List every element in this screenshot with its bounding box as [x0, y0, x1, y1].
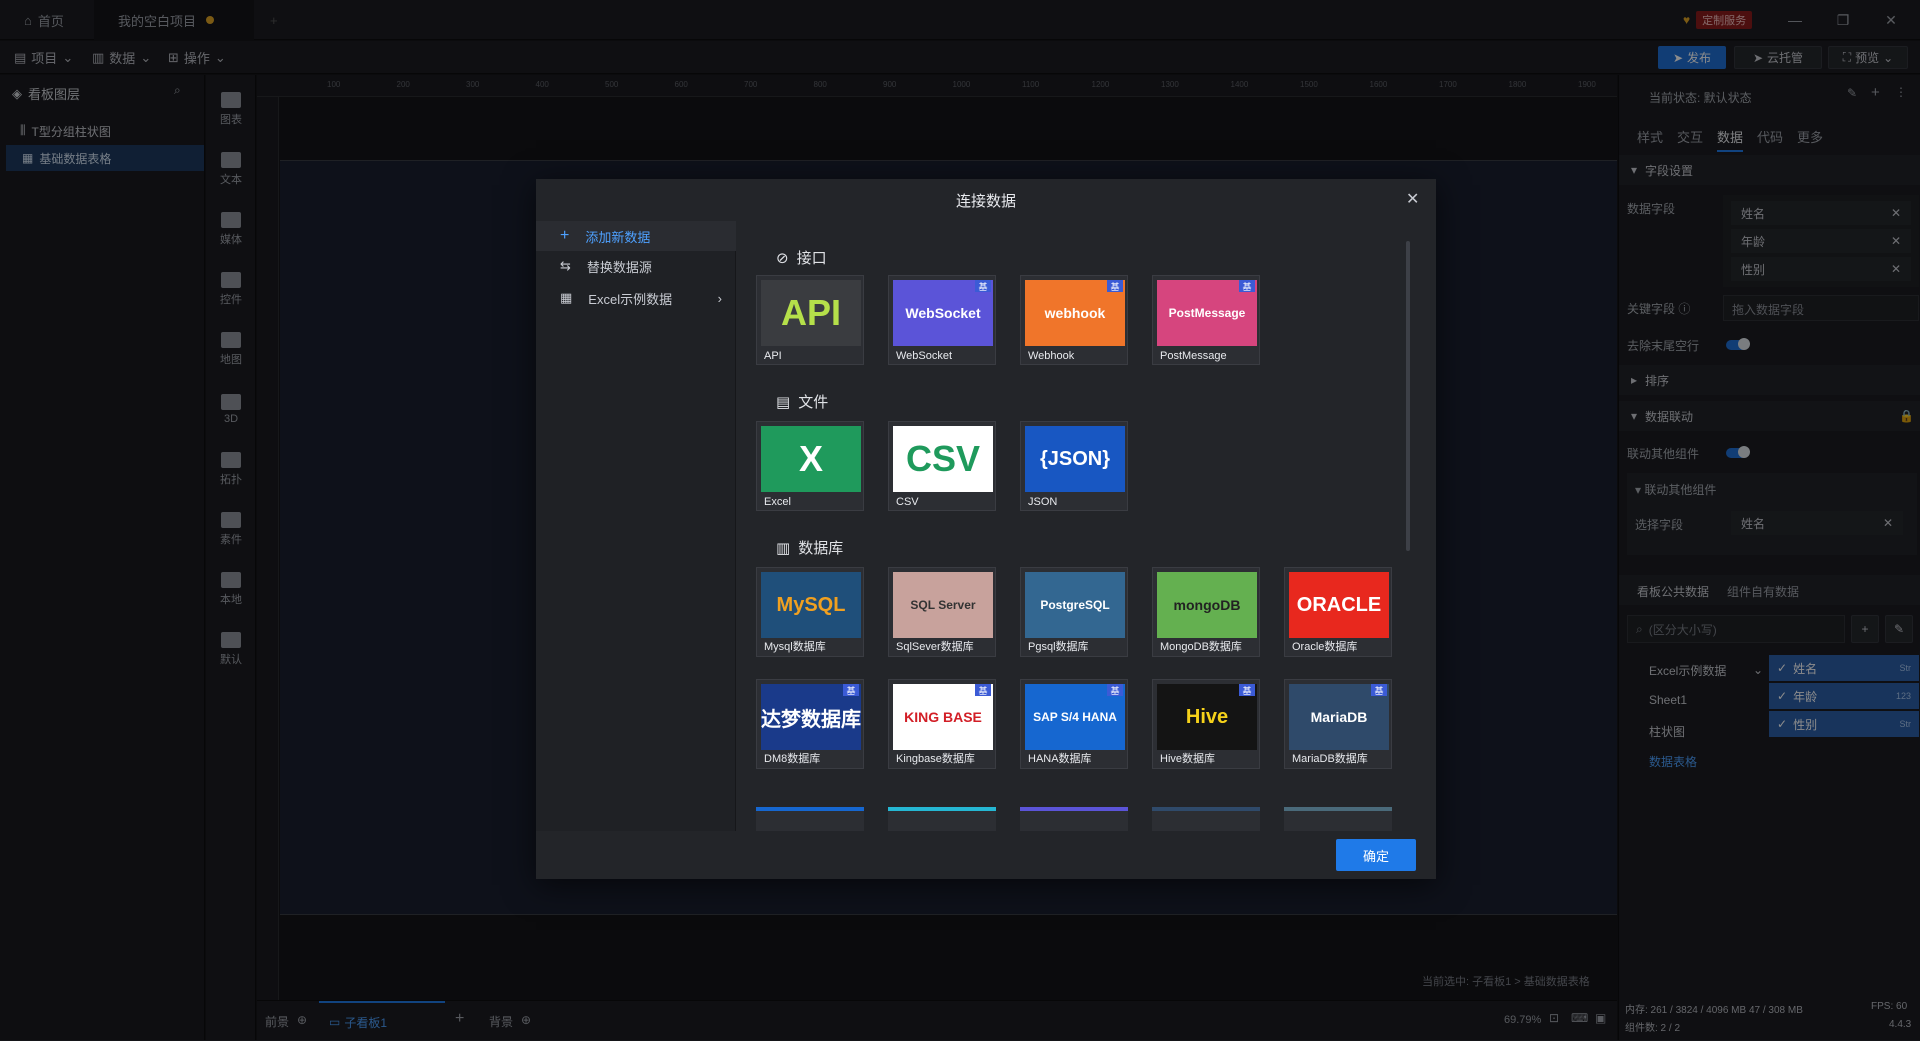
source-card[interactable]: PostgreSQL Pgsql数据库 — [1020, 567, 1128, 657]
db-card[interactable] — [888, 807, 996, 831]
database-icon: ▥ — [776, 539, 791, 557]
source-card[interactable]: ORACLE Oracle数据库 — [1284, 567, 1392, 657]
source-logo-icon: X — [761, 426, 861, 492]
db-card[interactable] — [1284, 807, 1392, 831]
source-logo-icon: SQL Server — [893, 572, 993, 638]
side-label: 添加新数据 — [585, 229, 651, 245]
source-logo-icon: {JSON} — [1025, 426, 1125, 492]
source-caption: DM8数据库 — [764, 753, 821, 765]
source-caption: Excel — [764, 496, 791, 508]
source-caption: Hive数据库 — [1160, 753, 1216, 765]
db-card[interactable] — [1020, 807, 1128, 831]
basic-badge: 基 — [1107, 684, 1123, 696]
db-card[interactable] — [1152, 807, 1260, 831]
db-card[interactable] — [756, 807, 864, 831]
file-icon: ▤ — [776, 393, 791, 411]
table-icon: ▦ — [560, 290, 573, 305]
source-card[interactable]: mongoDB MongoDB数据库 — [1152, 567, 1260, 657]
source-caption: MariaDB数据库 — [1292, 753, 1368, 765]
category-label: 文件 — [798, 394, 829, 411]
category-label: 数据库 — [798, 540, 844, 557]
source-caption: API — [764, 350, 782, 362]
category-label: 接口 — [796, 250, 827, 267]
source-caption: WebSocket — [896, 350, 953, 362]
basic-badge: 基 — [1239, 684, 1255, 696]
source-caption: Webhook — [1028, 350, 1075, 362]
category-file: ▤ 文件 — [776, 391, 828, 412]
link-icon: ⊘ — [776, 249, 789, 267]
source-caption: Kingbase数据库 — [896, 753, 975, 765]
source-card[interactable]: {JSON} JSON — [1020, 421, 1128, 511]
basic-badge: 基 — [975, 684, 991, 696]
side-add-new[interactable]: + 添加新数据 — [536, 221, 736, 251]
chevron-right-icon: › — [717, 290, 722, 306]
source-caption: MongoDB数据库 — [1160, 641, 1242, 653]
source-list: ⊘ 接口 API API WebSocket 基 WebSocket webhook 基 Web… — [736, 221, 1436, 831]
source-card[interactable]: MariaDB 基 MariaDB数据库 — [1284, 679, 1392, 769]
dialog-sidebar: + 添加新数据 ⇆ 替换数据源 ▦ Excel示例数据 › — [536, 221, 736, 831]
source-caption: Pgsql数据库 — [1028, 641, 1089, 653]
side-replace[interactable]: ⇆ 替换数据源 — [536, 251, 736, 281]
basic-badge: 基 — [1107, 280, 1123, 292]
source-logo-icon: ORACLE — [1289, 572, 1389, 638]
source-caption: SqlSever数据库 — [896, 641, 974, 653]
side-label: 替换数据源 — [586, 259, 652, 275]
source-card[interactable]: MySQL Mysql数据库 — [756, 567, 864, 657]
source-card[interactable]: 达梦数据库基 DM8数据库 — [756, 679, 864, 769]
source-card[interactable]: KING BASE 基 Kingbase数据库 — [888, 679, 996, 769]
source-card[interactable]: SQL Server SqlSever数据库 — [888, 567, 996, 657]
source-caption: JSON — [1028, 496, 1058, 508]
source-card[interactable]: PostMessage 基 PostMessage — [1152, 275, 1260, 365]
source-caption: Oracle数据库 — [1292, 641, 1358, 653]
swap-icon: ⇆ — [560, 258, 571, 273]
confirm-button[interactable]: 确定 — [1336, 839, 1416, 871]
plus-icon: + — [560, 227, 570, 244]
basic-badge: 基 — [843, 684, 859, 696]
dialog-header: 连接数据 — [536, 179, 1436, 221]
source-card[interactable]: webhook 基 Webhook — [1020, 275, 1128, 365]
source-caption: PostMessage — [1160, 350, 1227, 362]
close-icon[interactable]: ✕ — [1406, 189, 1419, 209]
category-api: ⊘ 接口 — [776, 247, 827, 268]
scrollbar[interactable] — [1406, 241, 1410, 551]
dialog-title: 连接数据 — [955, 192, 1016, 210]
source-caption: Mysql数据库 — [764, 641, 826, 653]
basic-badge: 基 — [1239, 280, 1255, 292]
source-card[interactable]: Hive 基 Hive数据库 — [1152, 679, 1260, 769]
connect-data-dialog: 连接数据 ✕ + 添加新数据 ⇆ 替换数据源 ▦ Excel示例数据 › ⊘ 接口 API… — [536, 179, 1436, 879]
source-logo-icon: API — [761, 280, 861, 346]
source-logo-icon: MySQL — [761, 572, 861, 638]
source-caption: CSV — [896, 496, 919, 508]
source-caption: HANA数据库 — [1028, 753, 1092, 765]
confirm-label: 确定 — [1362, 848, 1389, 864]
source-card[interactable]: CSV CSV — [888, 421, 996, 511]
more-sources-row — [756, 807, 1406, 831]
category-db: ▥ 数据库 — [776, 537, 843, 558]
side-excel-sample[interactable]: ▦ Excel示例数据 › — [536, 283, 736, 313]
source-card[interactable]: WebSocket 基 WebSocket — [888, 275, 996, 365]
side-label: Excel示例数据 — [588, 291, 673, 307]
source-logo-icon: PostgreSQL — [1025, 572, 1125, 638]
source-card[interactable]: API API — [756, 275, 864, 365]
source-logo-icon: mongoDB — [1157, 572, 1257, 638]
basic-badge: 基 — [1371, 684, 1387, 696]
source-logo-icon: CSV — [893, 426, 993, 492]
source-card[interactable]: SAP S/4 HANA 基 HANA数据库 — [1020, 679, 1128, 769]
basic-badge: 基 — [975, 280, 991, 292]
source-card[interactable]: X Excel — [756, 421, 864, 511]
